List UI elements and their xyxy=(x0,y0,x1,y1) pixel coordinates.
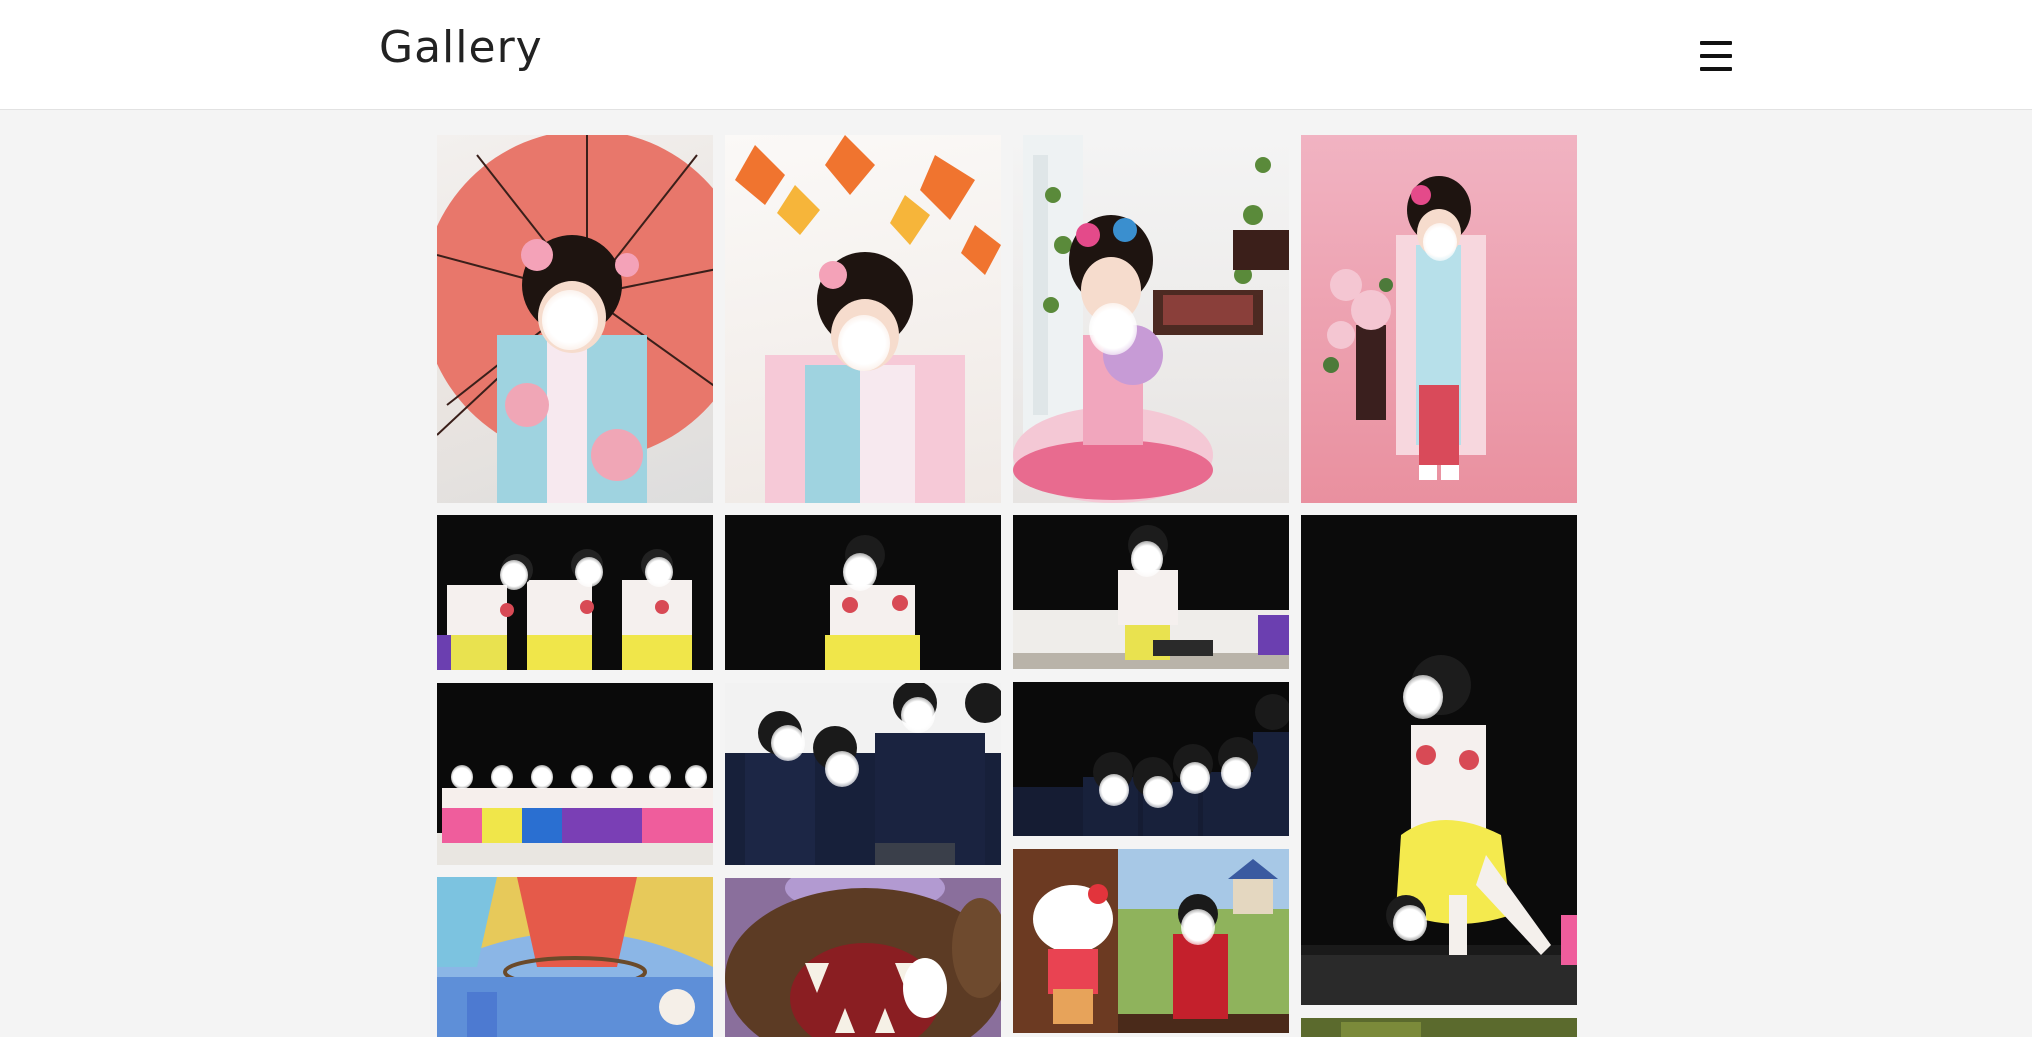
gallery-photo[interactable] xyxy=(1301,515,1577,1005)
dress-window-photo xyxy=(1013,135,1289,503)
site-title[interactable]: Gallery xyxy=(379,22,543,73)
gallery-photo[interactable] xyxy=(1013,135,1289,503)
gallery-photo[interactable] xyxy=(437,683,713,865)
gallery-photo[interactable] xyxy=(1013,515,1289,669)
gallery-photo[interactable] xyxy=(725,683,1001,865)
bear-mouth-art-photo xyxy=(725,878,1001,1037)
balloon-art-photo xyxy=(437,877,713,1037)
uniform-row-photo xyxy=(1013,694,1289,836)
pink-kimono-standing-photo xyxy=(1323,176,1486,480)
gallery-photo[interactable] xyxy=(1013,849,1289,1033)
hamburger-menu-icon[interactable] xyxy=(1696,38,1736,74)
gallery-photo[interactable] xyxy=(725,135,1001,503)
gallery-photo[interactable] xyxy=(437,515,713,670)
gallery-photo[interactable] xyxy=(725,515,1001,670)
uniform-children-photo xyxy=(725,683,1001,865)
gallery-photo[interactable] xyxy=(437,135,713,503)
forest-art-photo xyxy=(1301,1018,1577,1037)
gallery-photo[interactable] xyxy=(1301,135,1577,503)
gallery-photo[interactable] xyxy=(437,877,713,1037)
stage-dance-group-photo xyxy=(437,549,692,670)
gallery-photo[interactable] xyxy=(725,878,1001,1037)
stage-dancer-jump-photo xyxy=(1301,655,1577,1005)
gallery-photo[interactable] xyxy=(1301,1018,1577,1037)
site-header: Gallery xyxy=(0,0,2032,110)
gallery-photo[interactable] xyxy=(1013,682,1289,836)
stage-dance-solo-photo xyxy=(825,535,920,670)
stage-podium-photo xyxy=(1013,525,1289,669)
kitty-painting-photo xyxy=(1013,849,1289,1033)
